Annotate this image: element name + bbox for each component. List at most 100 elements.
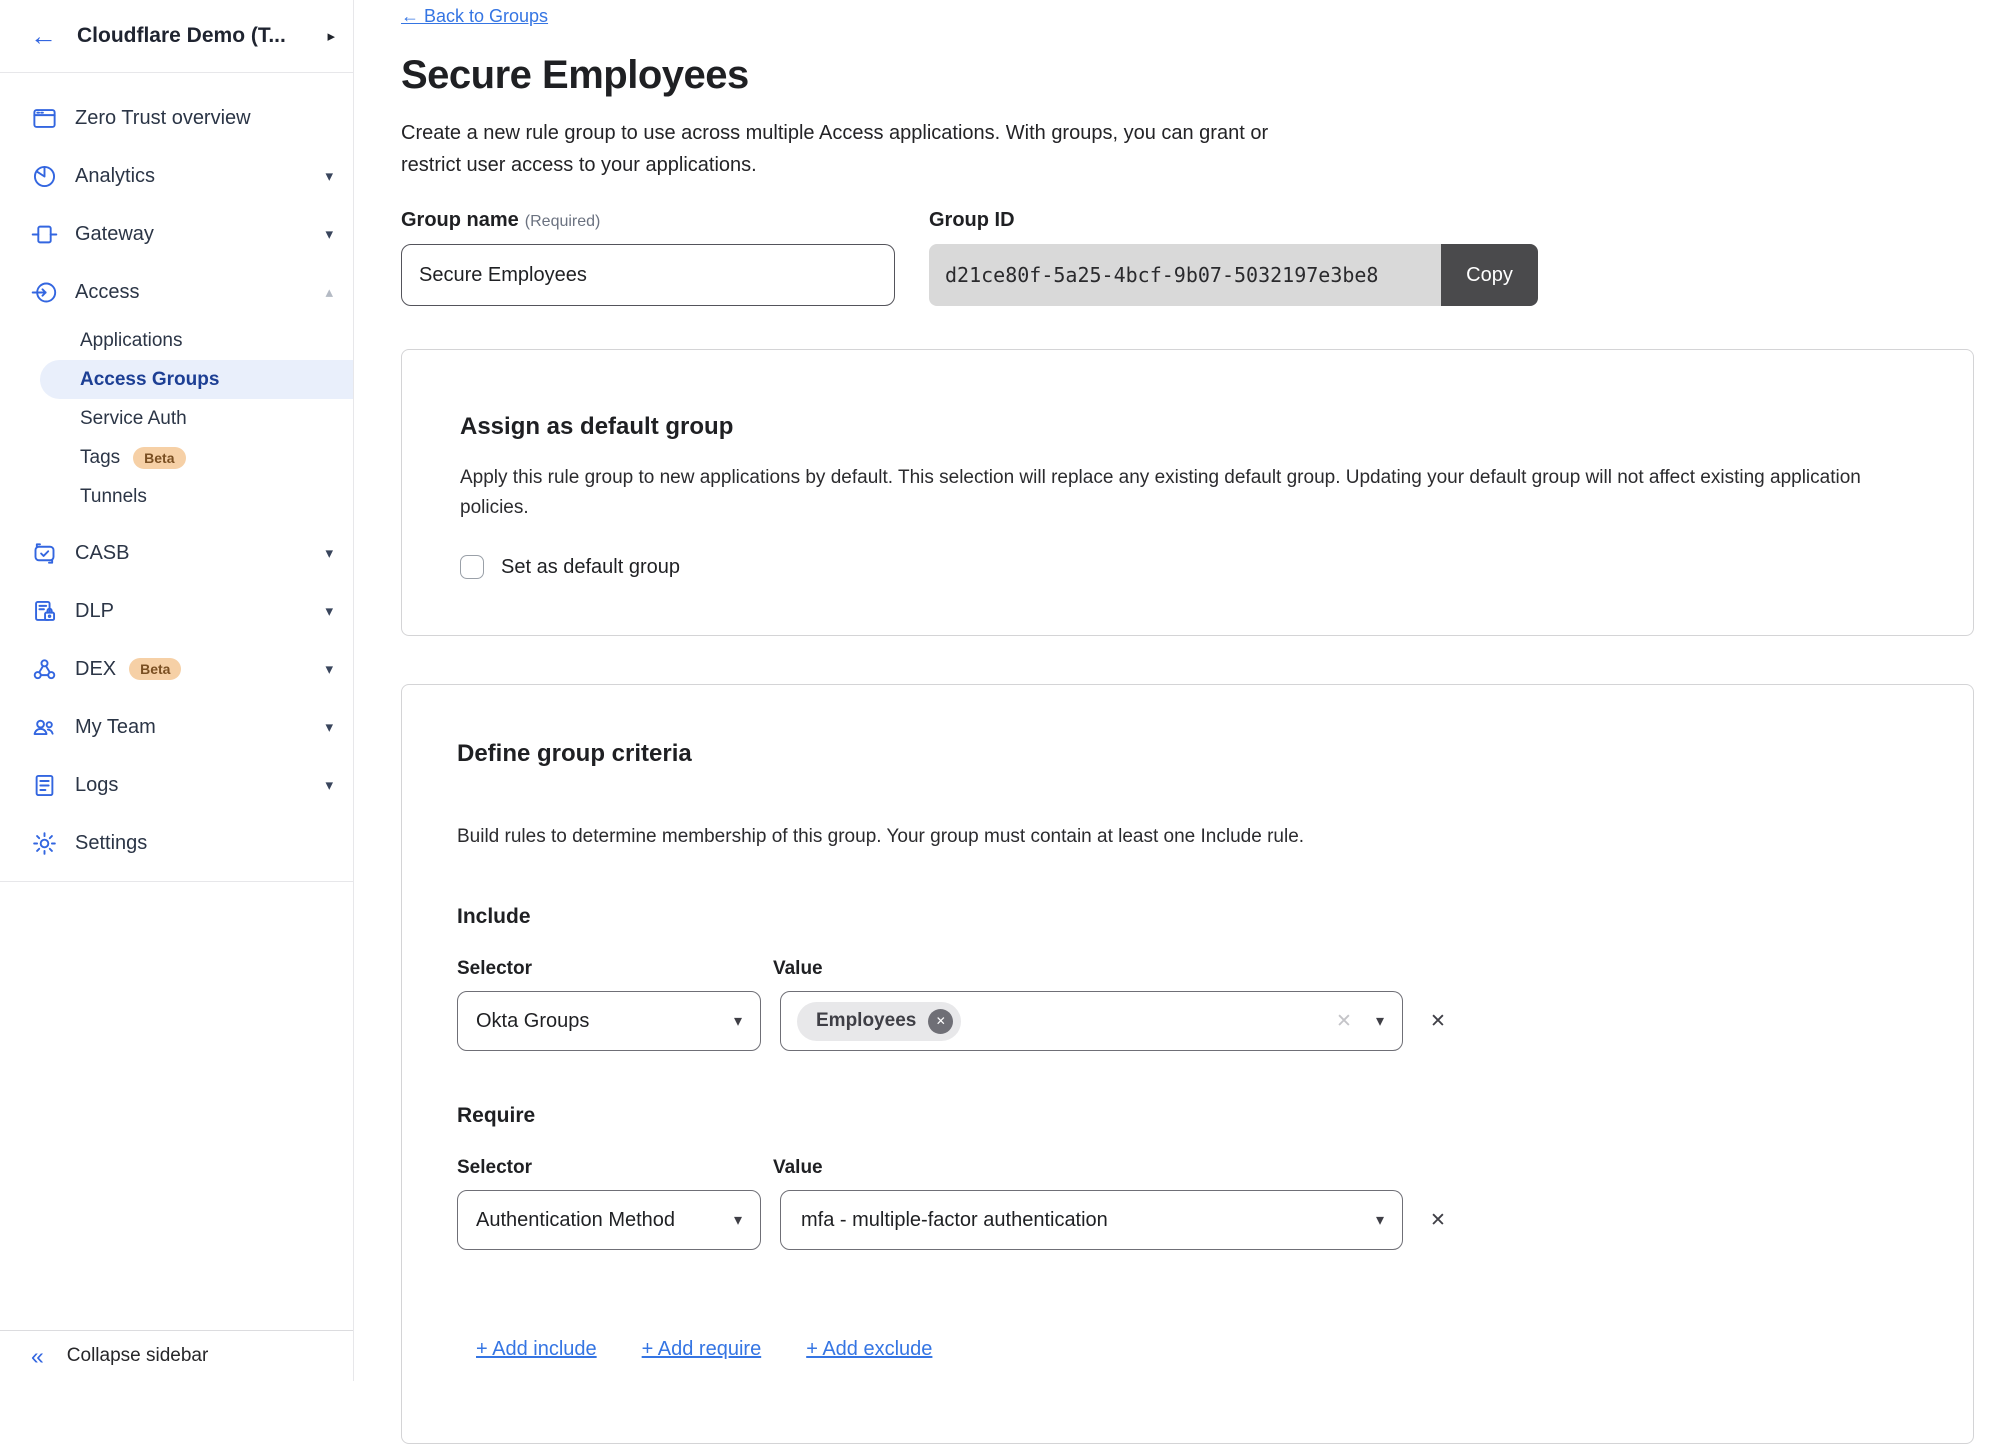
selector-label: Selector (457, 957, 532, 980)
access-icon (31, 279, 58, 306)
add-include-link[interactable]: + Add include (476, 1338, 597, 1361)
sidebar-item-dlp[interactable]: DLP ▾ (0, 582, 353, 640)
sidebar-item-applications[interactable]: Applications (0, 321, 353, 360)
require-selector-value: Authentication Method (476, 1209, 734, 1232)
chevron-down-icon[interactable]: ▾ (325, 167, 333, 185)
sidebar-item-tags[interactable]: Tags Beta (0, 438, 353, 477)
org-name[interactable]: Cloudflare Demo (T... (77, 24, 327, 48)
add-require-link[interactable]: + Add require (642, 1338, 762, 1361)
required-hint: (Required) (525, 213, 601, 230)
sidebar-item-tunnels[interactable]: Tunnels (0, 477, 353, 516)
beta-badge: Beta (133, 447, 185, 469)
include-heading: Include (457, 904, 1915, 930)
sidebar-item-analytics[interactable]: Analytics ▾ (0, 147, 353, 205)
chevron-down-icon[interactable]: ▾ (325, 602, 333, 620)
sidebar-item-label: Zero Trust overview (75, 107, 333, 130)
sidebar-item-label: Access (75, 281, 325, 304)
chevron-down-icon[interactable]: ▾ (325, 544, 333, 562)
include-labels: Selector Value (457, 957, 1915, 980)
sidebar-item-zero-trust-overview[interactable]: Zero Trust overview (0, 89, 353, 147)
sidebar-item-my-team[interactable]: My Team ▾ (0, 698, 353, 756)
sidebar-item-label: Analytics (75, 165, 325, 188)
value-label: Value (773, 957, 823, 980)
sidebar-item-logs[interactable]: Logs ▾ (0, 756, 353, 814)
sidebar-item-service-auth[interactable]: Service Auth (0, 399, 353, 438)
group-name-label-text: Group name (401, 209, 519, 231)
default-group-card-title: Assign as default group (460, 412, 1915, 441)
sidebar-item-label: Logs (75, 774, 325, 797)
chevron-down-icon: ▾ (1376, 1210, 1384, 1230)
set-default-group-checkbox[interactable] (460, 555, 484, 579)
sidebar-item-label: CASB (75, 542, 325, 565)
clear-values-icon[interactable]: ✕ (1336, 1010, 1352, 1033)
sidebar-nav: Zero Trust overview Analytics ▾ Gateway … (0, 73, 353, 882)
group-name-id-row: Group name (Required) Group ID d21ce80f-5… (401, 209, 1999, 306)
remove-require-rule-icon[interactable]: ✕ (1430, 1209, 1446, 1232)
include-rule-row: Okta Groups ▾ Employees ✕ ✕ ▾ ✕ (457, 991, 1915, 1051)
employees-chip-remove-icon[interactable]: ✕ (928, 1009, 953, 1034)
chevron-down-icon: ▾ (734, 1210, 742, 1230)
sidebar-header: ← Cloudflare Demo (T... ▸ (0, 0, 353, 73)
group-id-value: d21ce80f-5a25-4bcf-9b07-5032197e3be8 (929, 244, 1441, 306)
include-selector-dropdown[interactable]: Okta Groups ▾ (457, 991, 761, 1051)
chevron-right-icon[interactable]: ▸ (327, 27, 335, 45)
sub-item-label: Service Auth (80, 408, 187, 430)
add-rule-links: + Add include + Add require + Add exclud… (457, 1338, 1915, 1361)
chevron-down-icon: ▾ (1376, 1011, 1384, 1031)
criteria-card: Define group criteria Build rules to det… (401, 684, 1974, 1444)
require-heading: Require (457, 1103, 1915, 1129)
sidebar-item-dex[interactable]: DEX Beta ▾ (0, 640, 353, 698)
chevron-up-icon[interactable]: ▴ (325, 283, 333, 301)
sidebar-item-label: Gateway (75, 223, 325, 246)
sidebar-item-gateway[interactable]: Gateway ▾ (0, 205, 353, 263)
sidebar-item-casb[interactable]: CASB ▾ (0, 524, 353, 582)
require-selector-dropdown[interactable]: Authentication Method ▾ (457, 1190, 761, 1250)
require-value-dropdown[interactable]: mfa - multiple-factor authentication ▾ (780, 1190, 1403, 1250)
main-content: ← Back to Groups Secure Employees Create… (354, 0, 1999, 1381)
sidebar-item-label: My Team (75, 716, 325, 739)
sidebar-item-settings[interactable]: Settings (0, 814, 353, 872)
group-name-label: Group name (Required) (401, 209, 895, 232)
sidebar-item-access-groups[interactable]: Access Groups (40, 360, 353, 399)
default-group-card: Assign as default group Apply this rule … (401, 349, 1974, 636)
include-value-multiselect[interactable]: Employees ✕ ✕ ▾ (780, 991, 1403, 1051)
chevron-down-icon[interactable]: ▾ (325, 776, 333, 794)
chevron-down-icon[interactable]: ▾ (325, 718, 333, 736)
sidebar-item-label: Settings (75, 832, 333, 855)
access-sub-list: Applications Access Groups Service Auth … (0, 321, 353, 516)
set-default-group-row[interactable]: Set as default group (460, 555, 1915, 579)
remove-include-rule-icon[interactable]: ✕ (1430, 1010, 1446, 1033)
dlp-icon (31, 598, 58, 625)
default-group-card-description: Apply this rule group to new application… (460, 463, 1880, 523)
back-to-groups-link[interactable]: ← Back to Groups (401, 6, 548, 27)
sub-item-label: Tunnels (80, 486, 147, 508)
group-name-input[interactable] (401, 244, 895, 306)
criteria-card-title: Define group criteria (457, 739, 1915, 768)
gateway-icon (31, 221, 58, 248)
my-team-icon (31, 714, 58, 741)
value-label: Value (773, 1156, 823, 1179)
include-selector-value: Okta Groups (476, 1010, 734, 1033)
copy-button[interactable]: Copy (1441, 244, 1538, 306)
sub-item-label: Tags (80, 447, 120, 469)
sidebar: ← Cloudflare Demo (T... ▸ Zero Trust ove… (0, 0, 354, 1381)
sidebar-item-access[interactable]: Access ▴ (0, 263, 353, 321)
criteria-card-description: Build rules to determine membership of t… (457, 822, 1915, 852)
group-id-label: Group ID (929, 209, 1538, 232)
add-exclude-link[interactable]: + Add exclude (806, 1338, 932, 1361)
chevron-down-icon[interactable]: ▾ (325, 660, 333, 678)
chevron-down-icon[interactable]: ▾ (325, 225, 333, 243)
casb-icon (31, 540, 58, 567)
group-id-field: Group ID d21ce80f-5a25-4bcf-9b07-5032197… (929, 209, 1538, 306)
employees-chip-label: Employees (816, 1010, 916, 1032)
selector-label: Selector (457, 1156, 532, 1179)
page-title: Secure Employees (401, 51, 1999, 99)
logs-icon (31, 772, 58, 799)
employees-chip: Employees ✕ (797, 1002, 961, 1041)
require-rule-row: Authentication Method ▾ mfa - multiple-f… (457, 1190, 1915, 1250)
settings-gear-icon (31, 830, 58, 857)
back-arrow-icon[interactable]: ← (30, 23, 57, 50)
chevron-down-icon: ▾ (734, 1011, 742, 1031)
collapse-sidebar-button[interactable]: « Collapse sidebar (0, 1330, 353, 1381)
group-id-wrap: d21ce80f-5a25-4bcf-9b07-5032197e3be8 Cop… (929, 244, 1538, 306)
